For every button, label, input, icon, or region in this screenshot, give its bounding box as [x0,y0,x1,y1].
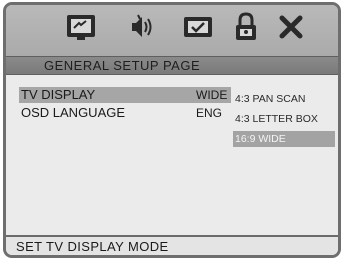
exit-icon[interactable] [274,11,308,43]
menu-item-value: ENG [196,106,223,120]
menu-item-tv-display[interactable]: TV DISPLAY WIDE [19,87,231,103]
general-setup-icon[interactable] [64,11,98,43]
lock-icon[interactable] [229,11,263,43]
audio-setup-icon[interactable] [125,11,159,43]
option-letter-box[interactable]: 4:3 LETTER BOX [233,111,337,127]
menu-item-label: TV DISPLAY [21,87,96,102]
status-text: SET TV DISPLAY MODE [16,239,169,254]
tv-display-options: 4:3 PAN SCAN 4:3 LETTER BOX 16:9 WIDE [233,91,337,151]
menu-item-value: WIDE [196,88,228,102]
dvd-setup-screen: GENERAL SETUP PAGE TV DISPLAY WIDE OSD L… [0,0,348,264]
menu-item-label: OSD LANGUAGE [21,105,126,120]
status-bar: SET TV DISPLAY MODE [6,235,338,255]
video-setup-icon[interactable] [181,11,215,43]
menu-item-osd-language[interactable]: OSD LANGUAGE ENG [19,105,231,121]
page-title: GENERAL SETUP PAGE [44,58,201,73]
option-wide[interactable]: 16:9 WIDE [233,131,335,147]
settings-panel: TV DISPLAY WIDE OSD LANGUAGE ENG 4:3 PAN… [6,75,338,235]
setup-menu-frame: GENERAL SETUP PAGE TV DISPLAY WIDE OSD L… [3,2,341,258]
option-pan-scan[interactable]: 4:3 PAN SCAN [233,91,337,107]
setup-toolbar [6,5,338,57]
page-title-bar: GENERAL SETUP PAGE [6,56,338,75]
